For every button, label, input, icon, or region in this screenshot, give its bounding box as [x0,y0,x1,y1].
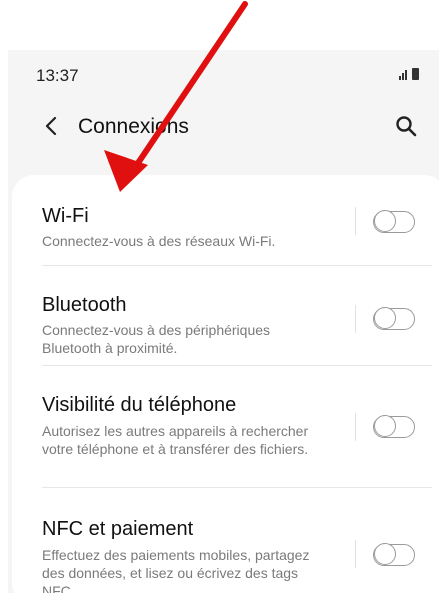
setting-description: Connectez-vous à des réseaux Wi-Fi. [42,233,276,249]
status-icons [399,68,419,80]
divider [355,305,356,333]
setting-description: Effectuez des paiements mobiles, partage… [42,547,310,593]
wifi-toggle[interactable] [373,210,415,233]
setting-row-visibility[interactable]: Visibilité du téléphone Autorisez les au… [12,366,439,488]
back-button[interactable] [36,111,66,141]
setting-title: Bluetooth [42,294,127,316]
setting-row-bluetooth[interactable]: Bluetooth Connectez-vous à des périphéri… [12,266,439,366]
status-bar: 13:37 [8,50,439,94]
phone-screen: 13:37 Connexions Wi-Fi Connectez-vous à … [8,50,439,593]
setting-row-nfc[interactable]: NFC et paiement Effectuez des paiements … [12,488,439,593]
battery-icon [412,68,419,80]
setting-description: Autorisez les autres appareils à recherc… [42,423,309,457]
divider [355,207,356,235]
search-icon [396,116,417,137]
status-time: 13:37 [36,66,79,85]
setting-row-wifi[interactable]: Wi-Fi Connectez-vous à des réseaux Wi-Fi… [12,175,439,265]
app-bar: Connexions [8,105,439,151]
signal-icon [399,68,407,80]
setting-description: Connectez-vous à des périphériques Bluet… [42,322,271,356]
bluetooth-toggle[interactable] [373,307,415,330]
setting-title: Wi-Fi [42,205,89,227]
visibility-toggle[interactable] [373,415,415,438]
divider [355,413,356,441]
chevron-left-icon [45,116,57,136]
nfc-toggle[interactable] [373,543,415,566]
setting-title: NFC et paiement [42,518,194,540]
connections-list: Wi-Fi Connectez-vous à des réseaux Wi-Fi… [12,175,439,593]
search-button[interactable] [391,111,421,141]
divider [355,540,356,568]
page-title: Connexions [78,115,189,138]
setting-title: Visibilité du téléphone [42,394,237,416]
